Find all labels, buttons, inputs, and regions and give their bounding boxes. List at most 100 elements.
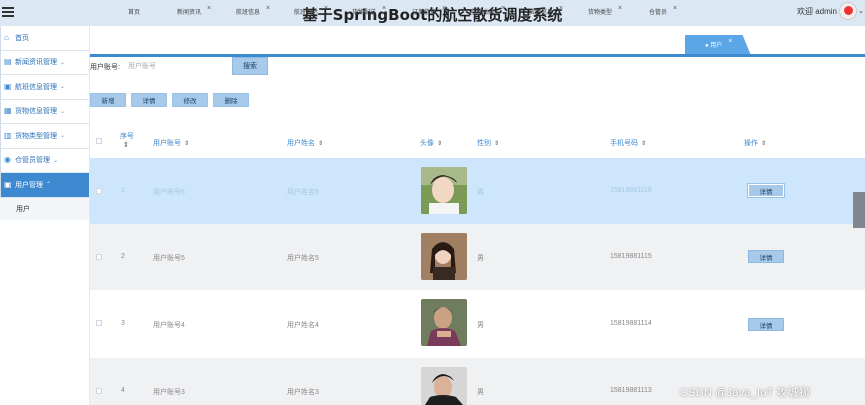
- tab-label: 订单信息: [412, 9, 437, 16]
- tab-label: 货物类型: [588, 9, 613, 16]
- tab-cargo-type[interactable]: 货物类型 ×: [588, 4, 622, 18]
- cell-gender: 男: [477, 189, 484, 196]
- tab-cargo-delivery[interactable]: 货物配送 ×: [352, 4, 386, 18]
- close-icon[interactable]: ×: [324, 5, 328, 12]
- table-row[interactable]: 2 用户账号5 用户姓名5 男 15819881115 详情: [90, 224, 865, 290]
- sidebar-item-label: 货物类型管理: [15, 132, 57, 140]
- tab-order-info[interactable]: 订单信息 ×: [412, 4, 446, 18]
- tab-flight-info[interactable]: 航班信息 ×: [236, 4, 270, 18]
- close-icon[interactable]: ×: [728, 38, 732, 45]
- sidebar-item-cargo-type[interactable]: ▥ 货物类型管理 ⌄: [0, 124, 89, 149]
- column-header-avatar[interactable]: 头像 ⇕: [420, 138, 442, 148]
- user-avatar-photo: [421, 167, 467, 214]
- tab-news[interactable]: 新闻资讯 ×: [177, 4, 211, 18]
- row-checkbox[interactable]: [96, 388, 102, 394]
- search-button[interactable]: 搜索: [232, 57, 268, 75]
- cell-phone: 15819881115: [610, 253, 652, 260]
- cell-account: 用户账号4: [153, 322, 185, 329]
- column-header-phone[interactable]: 手机号码 ⇕: [610, 138, 646, 148]
- close-icon[interactable]: ×: [673, 5, 677, 12]
- tab-label: 首页: [128, 9, 141, 16]
- tab-label: ● 用户: [705, 43, 723, 49]
- tab-cargo-info[interactable]: 货物信息 ×: [529, 4, 563, 18]
- sidebar-item-label: 首页: [15, 34, 29, 42]
- column-header-ops[interactable]: 操作 ⇕: [744, 138, 766, 148]
- chevron-down-icon: ⌄: [60, 59, 66, 66]
- tab-flight-arrival[interactable]: 航班到达 ×: [294, 4, 328, 18]
- sort-icon[interactable]: ⇕: [761, 141, 766, 147]
- sidebar-item-label: 仓管员管理: [15, 157, 50, 165]
- user-avatar-photo: [421, 299, 467, 346]
- sort-icon[interactable]: ⇕: [123, 141, 134, 150]
- column-header-gender[interactable]: 性别 ⇕: [477, 138, 499, 148]
- sort-icon[interactable]: ⇕: [318, 141, 323, 147]
- user-icon: ▣: [4, 179, 12, 189]
- tab-label: 航班信息: [236, 9, 261, 16]
- sidebar-item-news[interactable]: ▤ 新闻资讯管理 ⌄: [0, 50, 89, 75]
- sidebar-item-label: 新闻资讯管理: [15, 59, 57, 67]
- tab-warehouse-manager[interactable]: 仓管员 ×: [649, 4, 677, 18]
- close-icon[interactable]: ×: [442, 5, 446, 12]
- sidebar-subitem-label: 用户: [16, 205, 30, 213]
- flight-icon: ▣: [4, 81, 12, 91]
- row-checkbox[interactable]: [96, 254, 102, 260]
- sort-icon[interactable]: ⇕: [641, 141, 646, 147]
- sort-icon[interactable]: ⇕: [494, 141, 499, 147]
- detail-button[interactable]: 详情: [131, 93, 167, 107]
- sort-icon[interactable]: ⇕: [437, 141, 442, 147]
- chevron-down-icon[interactable]: ⌄: [858, 7, 864, 15]
- tab-bar-underline: [90, 54, 865, 57]
- column-label: 用户姓名: [287, 140, 315, 147]
- close-icon[interactable]: ×: [207, 5, 211, 12]
- sidebar-item-flight[interactable]: ▣ 航班信息管理 ⌄: [0, 75, 89, 100]
- sidebar-subitem-user[interactable]: 用户: [0, 197, 89, 220]
- delete-button[interactable]: 删除: [213, 93, 249, 107]
- cell-gender: 男: [477, 322, 484, 329]
- tab-label: 货物信息: [529, 9, 554, 16]
- cell-name: 用户姓名4: [287, 322, 319, 329]
- close-icon[interactable]: ×: [559, 5, 563, 12]
- sidebar-item-label: 用户管理: [15, 181, 43, 189]
- cell-account: 用户账号5: [153, 255, 185, 262]
- row-checkbox[interactable]: [96, 188, 102, 194]
- close-icon[interactable]: ×: [266, 5, 270, 12]
- cell-gender: 男: [477, 389, 484, 396]
- scrollbar-thumb[interactable]: [853, 192, 865, 228]
- search-input[interactable]: [128, 59, 224, 73]
- sidebar-item-warehouse-manager[interactable]: ◉ 仓管员管理 ⌄: [0, 148, 89, 173]
- close-icon[interactable]: ×: [618, 5, 622, 12]
- chevron-down-icon: ⌄: [60, 133, 66, 140]
- row-detail-button[interactable]: 详情: [748, 318, 784, 331]
- close-icon[interactable]: ×: [382, 5, 386, 12]
- table-row[interactable]: 1 用户账号6 用户姓名6 男 15819881116 详情: [90, 158, 865, 224]
- welcome-text: 欢迎 admin: [796, 7, 837, 16]
- cell-seq: 3: [121, 320, 125, 327]
- add-button[interactable]: 新增: [90, 93, 126, 107]
- close-icon[interactable]: ×: [501, 5, 505, 12]
- column-label: 头像: [420, 140, 434, 147]
- row-detail-button[interactable]: 详情: [748, 250, 784, 263]
- tab-home[interactable]: 首页: [128, 4, 140, 18]
- row-detail-button[interactable]: 详情: [748, 184, 784, 197]
- cell-phone: 15819881114: [610, 320, 652, 327]
- tab-cargo-outbound[interactable]: 货物出库 ×: [471, 4, 505, 18]
- watermark: CSDN @Java_IoT 攻城狮: [680, 387, 811, 399]
- select-all-checkbox[interactable]: [96, 138, 102, 144]
- sidebar-item-cargo[interactable]: ▦ 货物信息管理 ⌄: [0, 99, 89, 124]
- column-header-seq[interactable]: 序号 ⇕: [120, 132, 134, 150]
- avatar[interactable]: [839, 2, 857, 20]
- cell-account: 用户账号6: [153, 189, 185, 196]
- row-checkbox[interactable]: [96, 320, 102, 326]
- sidebar-item-user-management[interactable]: ▣ 用户管理 ⌃: [0, 173, 89, 198]
- tab-label: 新闻资讯: [177, 9, 202, 16]
- user-avatar-photo: [421, 233, 467, 280]
- column-header-name[interactable]: 用户姓名 ⇕: [287, 138, 323, 148]
- sidebar-item-home[interactable]: ⌂ 首页: [0, 26, 89, 51]
- tab-user[interactable]: ● 用户 ×: [685, 35, 751, 54]
- tab-label: 货物配送: [352, 9, 377, 16]
- sort-icon[interactable]: ⇕: [184, 141, 189, 147]
- news-icon: ▤: [4, 57, 12, 67]
- edit-button[interactable]: 修改: [172, 93, 208, 107]
- table-row[interactable]: 3 用户账号4 用户姓名4 男 15819881114 详情: [90, 290, 865, 356]
- column-header-account[interactable]: 用户账号 ⇕: [153, 138, 189, 148]
